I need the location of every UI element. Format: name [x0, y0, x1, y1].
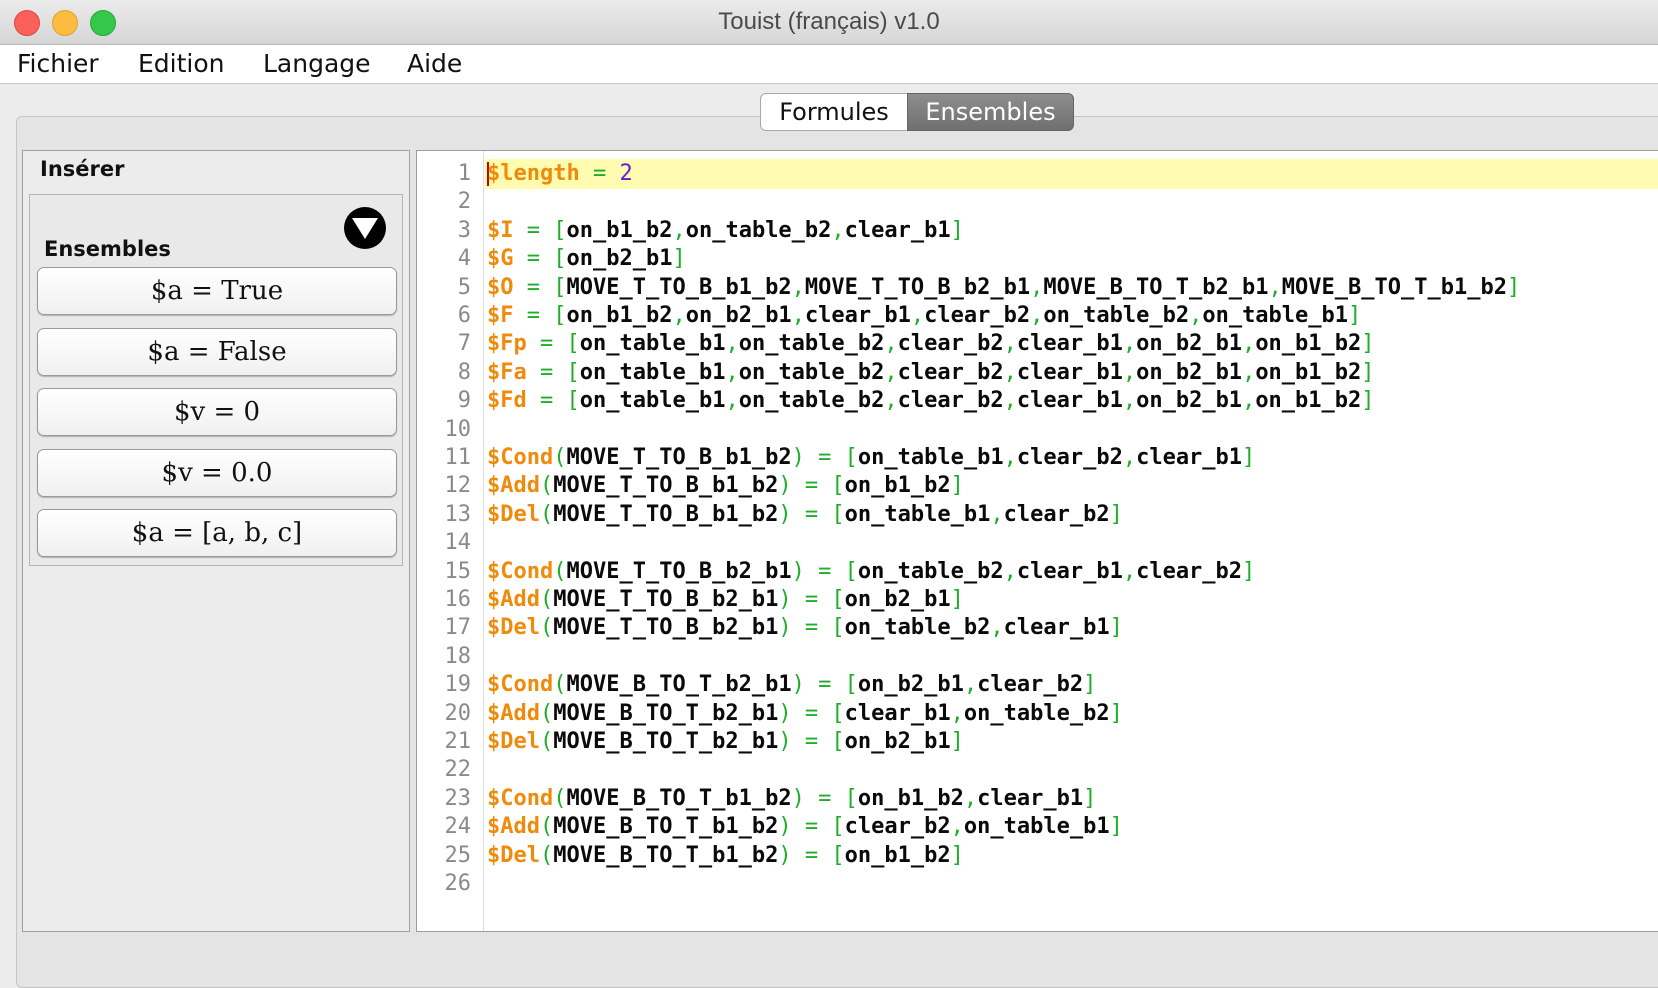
code-line[interactable]: $Del(MOVE_T_TO_B_b1_b2) = [on_table_b1,c… [487, 501, 1123, 529]
line-number: 16 [444, 587, 472, 612]
code-editor[interactable]: 1 2 3 4 5 6 7 8 9 10 11 12 13 14 15 16 17 18 19 20 21 22 23 24 2… [416, 150, 1658, 932]
tab-formules[interactable]: Formules [760, 93, 908, 131]
code-line[interactable]: $O = [MOVE_T_TO_B_b1_b2,MOVE_T_TO_B_b2_b… [487, 274, 1520, 302]
code-line[interactable]: $I = [on_b1_b2,on_table_b2,clear_b1] [487, 217, 964, 245]
line-number: 22 [444, 757, 472, 783]
insert-set-button[interactable]: $a = [a, b, c] [37, 509, 397, 557]
line-number: 11 [444, 445, 472, 470]
ensembles-section: Ensembles $a = True $a = False $v = 0 $v… [29, 194, 403, 566]
insert-panel: Insérer Ensembles $a = True $a = False $… [22, 150, 410, 932]
title-bar: Touist (français) v1.0 [0, 0, 1658, 45]
menu-aide[interactable]: Aide [407, 49, 462, 78]
code-line[interactable]: $Cond(MOVE_B_TO_T_b1_b2) = [on_b1_b2,cle… [487, 785, 1096, 813]
line-number: 18 [444, 643, 472, 669]
code-line[interactable]: $Fd = [on_table_b1,on_table_b2,clear_b2,… [487, 387, 1375, 415]
line-number: 25 [444, 842, 472, 868]
line-number: 1 [457, 161, 471, 186]
code-line[interactable]: $Cond(MOVE_B_TO_T_b2_b1) = [on_b2_b1,cle… [487, 671, 1096, 699]
line-number: 26 [444, 871, 472, 896]
insert-bool-false-button[interactable]: $a = False [37, 328, 397, 376]
line-number: 2 [457, 189, 471, 215]
line-number-gutter: 1 2 3 4 5 6 7 8 9 10 11 12 13 14 15 16 17 18 19 20 21 22 23 24 2… [417, 151, 484, 931]
code-line[interactable]: $Del(MOVE_B_TO_T_b2_b1) = [on_b2_b1] [487, 728, 964, 756]
line-number: 9 [457, 388, 471, 414]
line-number: 20 [444, 700, 472, 726]
line-number: 8 [457, 359, 471, 385]
insert-panel-title: Insérer [40, 157, 125, 181]
insert-bool-true-button[interactable]: $a = True [37, 267, 397, 315]
insert-int-button[interactable]: $v = 0 [37, 388, 397, 436]
line-number: 21 [444, 729, 472, 754]
code-line[interactable]: $length = 2 [487, 160, 633, 188]
tab-ensembles[interactable]: Ensembles [907, 93, 1074, 131]
code-line[interactable]: $Fp = [on_table_b1,on_table_b2,clear_b2,… [487, 330, 1375, 358]
current-line-highlight [485, 159, 1658, 189]
code-line[interactable]: $Add(MOVE_B_TO_T_b2_b1) = [clear_b1,on_t… [487, 700, 1123, 728]
line-number: 5 [457, 274, 471, 300]
line-number: 19 [444, 672, 472, 698]
insert-float-button[interactable]: $v = 0.0 [37, 449, 397, 497]
menu-edition[interactable]: Edition [138, 49, 225, 78]
code-line[interactable]: $Cond(MOVE_T_TO_B_b1_b2) = [on_table_b1,… [487, 444, 1255, 472]
line-number: 3 [457, 217, 471, 243]
line-number: 23 [444, 785, 472, 811]
code-line[interactable]: $Del(MOVE_B_TO_T_b1_b2) = [on_b1_b2] [487, 842, 964, 870]
collapse-down-icon[interactable] [344, 207, 386, 249]
code-line[interactable]: $F = [on_b1_b2,on_b2_b1,clear_b1,clear_b… [487, 302, 1361, 330]
code-line[interactable]: $Del(MOVE_T_TO_B_b2_b1) = [on_table_b2,c… [487, 614, 1123, 642]
code-line[interactable]: $Add(MOVE_T_TO_B_b1_b2) = [on_b1_b2] [487, 472, 964, 500]
code-line[interactable]: $Cond(MOVE_T_TO_B_b2_b1) = [on_table_b2,… [487, 558, 1255, 586]
line-number: 4 [457, 246, 471, 272]
menu-langage[interactable]: Langage [263, 49, 371, 78]
menu-bar: Fichier Edition Langage Aide [0, 45, 1658, 84]
line-number: 6 [457, 303, 471, 328]
line-number: 12 [444, 473, 472, 499]
code-line[interactable]: $Add(MOVE_T_TO_B_b2_b1) = [on_b2_b1] [487, 586, 964, 614]
window-title: Touist (français) v1.0 [718, 8, 940, 35]
line-number: 7 [457, 331, 471, 357]
line-number: 14 [444, 530, 472, 556]
ensembles-section-title: Ensembles [44, 237, 171, 261]
line-number: 15 [444, 558, 472, 584]
line-number: 17 [444, 615, 472, 641]
line-number: 10 [444, 416, 472, 442]
code-line[interactable]: $Add(MOVE_B_TO_T_b1_b2) = [clear_b2,on_t… [487, 813, 1123, 841]
menu-fichier[interactable]: Fichier [17, 49, 99, 78]
code-line[interactable]: $G = [on_b2_b1] [487, 245, 686, 273]
line-number: 13 [444, 501, 472, 527]
code-line[interactable]: $Fa = [on_table_b1,on_table_b2,clear_b2,… [487, 359, 1375, 387]
line-number: 24 [444, 814, 472, 840]
